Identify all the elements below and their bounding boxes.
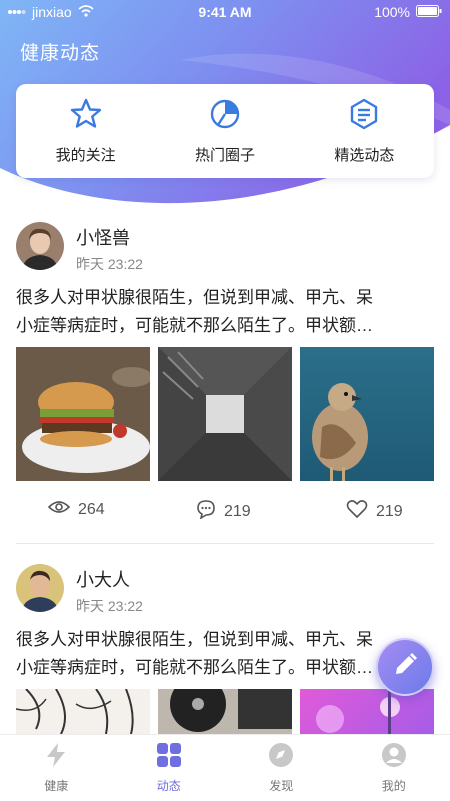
tab-label: 我的	[382, 777, 406, 794]
quick-links-card: 我的关注 热门圈子 精选动态	[16, 84, 434, 178]
views-stat[interactable]: 264	[48, 499, 105, 520]
likes-count: 219	[376, 503, 403, 521]
quick-link-label: 精选动态	[334, 144, 394, 165]
star-icon	[69, 97, 103, 136]
quick-link-following[interactable]: 我的关注	[16, 84, 155, 178]
status-bar: jinxiao 9:41 AM 100%	[0, 0, 450, 26]
bottom-tab-bar: 健康 动态 发现 我的	[0, 734, 450, 801]
post-text[interactable]: 很多人对甲状腺很陌生，但说到甲减、甲亢、呆 小症等病症时，可能就不那么陌生了。甲…	[16, 284, 436, 340]
post-image-burger[interactable]	[16, 347, 150, 481]
tab-health[interactable]: 健康	[0, 735, 113, 801]
battery-icon	[416, 4, 442, 20]
image-gallery	[16, 347, 434, 481]
post-divider	[16, 543, 434, 544]
user-icon	[381, 742, 407, 771]
post-text-line: 很多人对甲状腺很陌生，但说到甲减、甲亢、呆	[16, 626, 436, 654]
post-text-line: 小症等病症时，可能就不那么陌生了。甲状额…	[16, 312, 436, 340]
post-time: 昨天 23:22	[76, 596, 143, 616]
post-stats: 264 219 219	[0, 499, 450, 529]
tab-label: 发现	[269, 777, 293, 794]
post-card[interactable]: 小怪兽 昨天 23:22 很多人对甲状腺很陌生，但说到甲减、甲亢、呆 小症等病症…	[0, 222, 450, 552]
comment-icon	[196, 499, 216, 524]
post-text-line: 小症等病症时，可能就不那么陌生了。甲状额…	[16, 654, 436, 682]
pencil-icon	[392, 652, 418, 683]
comments-count: 219	[224, 503, 251, 521]
heart-icon	[346, 499, 368, 524]
image-gallery	[16, 689, 434, 734]
tab-profile[interactable]: 我的	[338, 735, 450, 801]
username[interactable]: 小怪兽	[76, 224, 130, 250]
post-image-purple-flower[interactable]	[300, 689, 434, 734]
grid-icon	[156, 742, 182, 771]
post-image-sketch[interactable]	[16, 689, 150, 734]
compass-icon	[268, 742, 294, 771]
post-text[interactable]: 很多人对甲状腺很陌生，但说到甲减、甲亢、呆 小症等病症时，可能就不那么陌生了。甲…	[16, 626, 436, 682]
quick-link-label: 热门圈子	[195, 144, 255, 165]
tab-label: 动态	[157, 777, 181, 794]
post-image-bird[interactable]	[300, 347, 434, 481]
tab-feed[interactable]: 动态	[113, 735, 226, 801]
likes-stat[interactable]: 219	[346, 499, 403, 524]
compose-button[interactable]	[376, 638, 434, 696]
pie-chart-icon	[208, 97, 242, 136]
page-title: 健康动态	[20, 38, 100, 65]
tab-discover[interactable]: 发现	[225, 735, 338, 801]
username[interactable]: 小大人	[76, 566, 130, 592]
post-text-line: 很多人对甲状腺很陌生，但说到甲减、甲亢、呆	[16, 284, 436, 312]
post-image-record-player[interactable]	[158, 689, 292, 734]
post-time: 昨天 23:22	[76, 254, 143, 274]
comments-stat[interactable]: 219	[196, 499, 251, 524]
lightning-icon	[44, 742, 68, 771]
avatar[interactable]	[16, 564, 64, 612]
avatar[interactable]	[16, 222, 64, 270]
battery-percent: 100%	[374, 4, 410, 20]
tab-label: 健康	[44, 777, 68, 794]
views-count: 264	[78, 501, 105, 519]
quick-link-featured[interactable]: 精选动态	[295, 84, 434, 178]
post-image-building[interactable]	[158, 347, 292, 481]
hexagon-list-icon	[347, 97, 381, 136]
quick-link-label: 我的关注	[56, 144, 116, 165]
quick-link-hot-circles[interactable]: 热门圈子	[155, 84, 294, 178]
eye-icon	[48, 499, 70, 520]
